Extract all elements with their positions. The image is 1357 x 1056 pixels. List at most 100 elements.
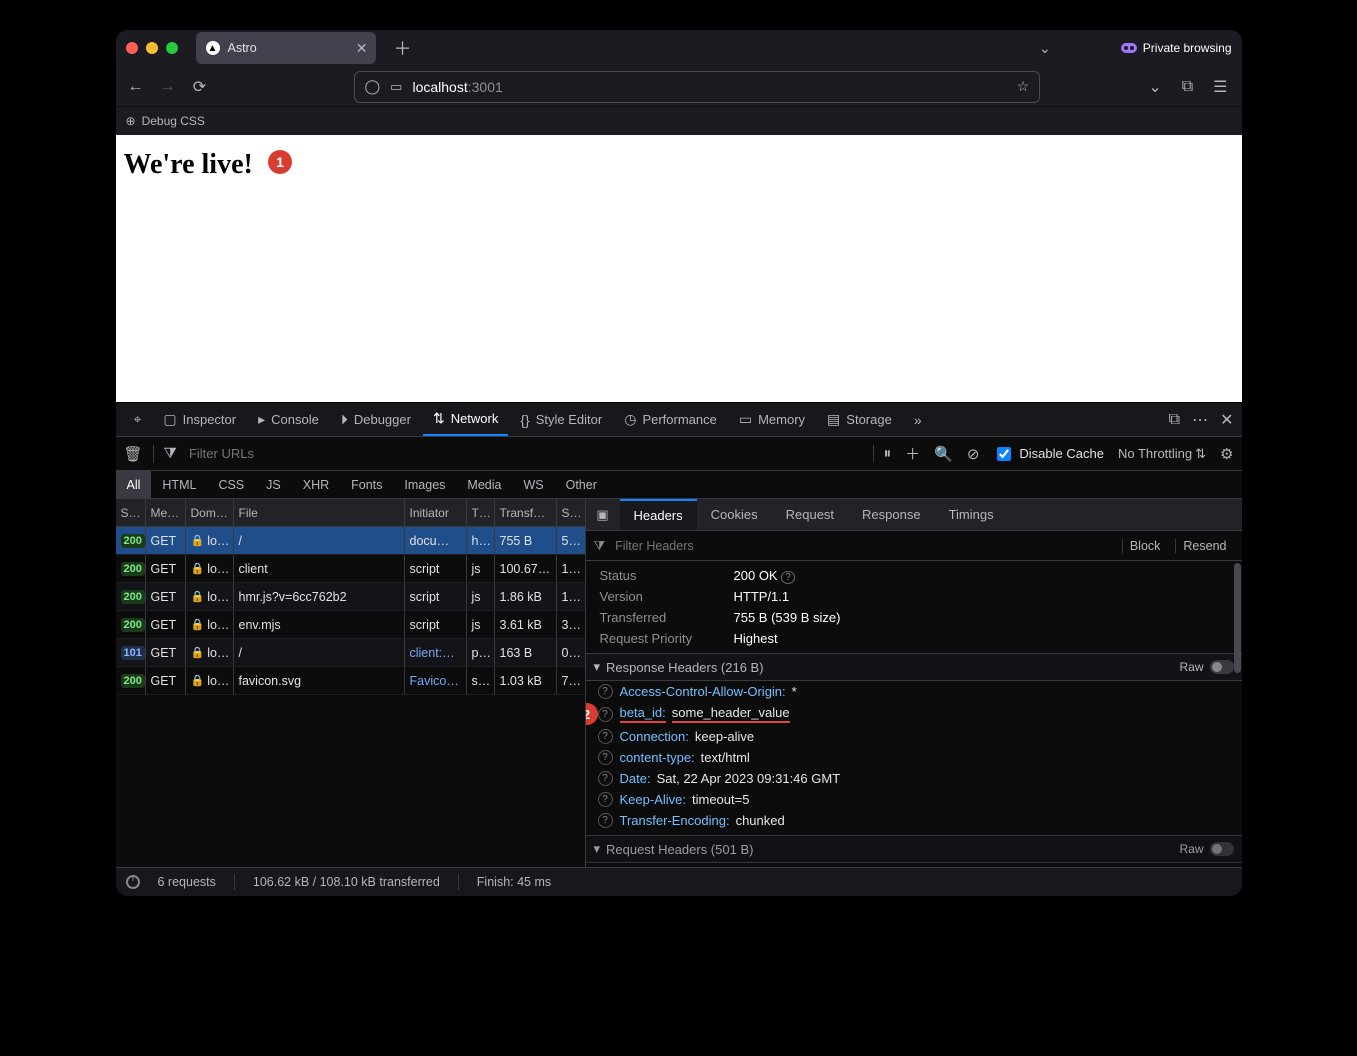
annotation-badge-2: 2	[586, 703, 598, 725]
table-row[interactable]: 200GET🔒lo…env.mjsscriptjs3.61 kB3…	[116, 611, 585, 639]
bookmark-debug-css[interactable]: Debug CSS	[142, 114, 205, 128]
responsive-mode-icon[interactable]: ⧉	[1169, 411, 1180, 429]
tab-debugger[interactable]: ⏵Debugger	[331, 403, 421, 436]
table-row[interactable]: 200GET🔒lo…/docu…h…755 B5…	[116, 527, 585, 555]
page-viewport: We're live! 1	[116, 135, 1242, 402]
clear-icon[interactable]: 🗑	[124, 445, 143, 463]
pocket-icon[interactable]: ⌄	[1144, 77, 1165, 97]
col-transferred[interactable]: Transf…	[495, 499, 557, 526]
annotation-badge-1: 1	[268, 150, 292, 174]
stopwatch-icon[interactable]	[126, 875, 140, 889]
new-tab-button[interactable]: ＋	[386, 31, 420, 65]
filter-icon[interactable]: ⧩	[164, 445, 177, 462]
request-headers-section[interactable]: ▾ Request Headers (501 B) Raw	[586, 835, 1242, 863]
table-row[interactable]: 200GET🔒lo…favicon.svgFavico…s…1.03 kB7…	[116, 667, 585, 695]
help-icon[interactable]: ?	[598, 813, 613, 828]
window-controls	[126, 42, 178, 54]
tab-storage[interactable]: ▤Storage	[817, 403, 902, 436]
tabs-overflow-icon[interactable]: ⌄	[1039, 40, 1051, 57]
raw-toggle[interactable]	[1210, 660, 1234, 674]
maximize-window[interactable]	[166, 42, 178, 54]
block-icon[interactable]: ⊘	[967, 445, 980, 463]
filter-urls-input[interactable]	[187, 445, 863, 462]
tab-style-editor[interactable]: {}Style Editor	[510, 403, 612, 436]
response-header-row: ?Keep-Alive: timeout=5	[586, 789, 1242, 810]
toggle-raw-icon[interactable]: ▣	[586, 507, 620, 523]
bookmark-star-icon[interactable]: ☆	[1017, 78, 1030, 95]
status-requests: 6 requests	[158, 875, 216, 889]
pick-element-icon[interactable]: ⌖	[124, 403, 152, 436]
help-icon[interactable]: ?	[598, 792, 613, 807]
detail-tab-cookies[interactable]: Cookies	[697, 499, 772, 530]
type-filter-css[interactable]: CSS	[207, 471, 255, 498]
tab-performance[interactable]: ◷Performance	[614, 403, 727, 436]
help-icon[interactable]: ?	[598, 729, 613, 744]
search-icon[interactable]: 🔍	[934, 445, 953, 463]
raw-toggle[interactable]	[1210, 842, 1234, 856]
shield-icon[interactable]: ◯	[365, 78, 381, 95]
devtools-menu-icon[interactable]: ⋯	[1192, 410, 1208, 430]
type-filter-html[interactable]: HTML	[151, 471, 207, 498]
app-menu-icon[interactable]: ☰	[1209, 77, 1231, 97]
response-headers-section[interactable]: ▾ Response Headers (216 B) Raw	[586, 653, 1242, 681]
tab-network[interactable]: ⇅Network	[423, 403, 508, 436]
table-row[interactable]: 200GET🔒lo…clientscriptjs100.67…1…	[116, 555, 585, 583]
scrollbar[interactable]	[1234, 563, 1241, 673]
tab-console[interactable]: ▸Console	[248, 403, 329, 436]
table-header: S… Me… Dom… File Initiator T… Transf… S…	[116, 499, 585, 527]
col-initiator[interactable]: Initiator	[405, 499, 467, 526]
table-row[interactable]: 101GET🔒lo…/client:…p…163 B0…	[116, 639, 585, 667]
pause-icon[interactable]: ⏸	[873, 445, 892, 462]
help-icon[interactable]: ?	[598, 750, 613, 765]
type-filter-ws[interactable]: WS	[512, 471, 554, 498]
disable-cache-checkbox[interactable]: Disable Cache	[993, 444, 1104, 464]
help-icon[interactable]: ?	[598, 771, 613, 786]
help-icon[interactable]: ?	[598, 684, 613, 699]
gear-icon[interactable]: ⚙	[1220, 445, 1233, 463]
response-header-row: 2?beta_id: some_header_value	[586, 702, 1242, 726]
type-filter-all[interactable]: All	[116, 471, 152, 498]
forward-button[interactable]: →	[158, 78, 178, 96]
col-file[interactable]: File	[234, 499, 405, 526]
col-type[interactable]: T…	[467, 499, 495, 526]
resend-button[interactable]: Resend	[1175, 539, 1233, 553]
type-filter-js[interactable]: JS	[255, 471, 292, 498]
type-filter-media[interactable]: Media	[456, 471, 512, 498]
close-devtools-icon[interactable]: ✕	[1220, 410, 1233, 430]
detail-tab-timings[interactable]: Timings	[935, 499, 1008, 530]
type-filter-xhr[interactable]: XHR	[292, 471, 340, 498]
reload-button[interactable]: ⟳	[190, 77, 210, 97]
throttling-select[interactable]: No Throttling⇅	[1118, 446, 1206, 462]
page-info-icon[interactable]: ▭	[390, 79, 402, 95]
detail-tab-response[interactable]: Response	[848, 499, 935, 530]
minimize-window[interactable]	[146, 42, 158, 54]
col-method[interactable]: Me…	[146, 499, 186, 526]
url-host: localhost	[412, 79, 467, 95]
headers-filter-bar: ⧩ Block Resend	[586, 531, 1242, 561]
block-button[interactable]: Block	[1122, 539, 1168, 553]
detail-tab-request[interactable]: Request	[772, 499, 848, 530]
chevron-down-icon: ▾	[594, 841, 601, 857]
close-tab-icon[interactable]: ✕	[356, 41, 368, 55]
tabs-overflow-icon[interactable]: »	[904, 403, 932, 436]
col-size[interactable]: S…	[557, 499, 585, 526]
filter-headers-input[interactable]	[613, 538, 1114, 554]
url-bar[interactable]: ◯ ▭ localhost:3001 ☆	[354, 71, 1041, 103]
type-filter-fonts[interactable]: Fonts	[340, 471, 393, 498]
close-window[interactable]	[126, 42, 138, 54]
detail-tab-headers[interactable]: Headers	[620, 499, 697, 530]
type-filter-images[interactable]: Images	[393, 471, 456, 498]
col-status[interactable]: S…	[116, 499, 146, 526]
tab-memory[interactable]: ▭Memory	[729, 403, 815, 436]
tab-inspector[interactable]: ▢Inspector	[153, 403, 246, 436]
disable-cache-input[interactable]	[997, 447, 1011, 461]
browser-tab[interactable]: ▲ Astro ✕	[196, 32, 376, 64]
table-row[interactable]: 200GET🔒lo…hmr.js?v=6cc762b2scriptjs1.86 …	[116, 583, 585, 611]
filter-icon[interactable]: ⧩	[594, 538, 606, 554]
col-domain[interactable]: Dom…	[186, 499, 234, 526]
back-button[interactable]: ←	[126, 78, 146, 96]
type-filter-other[interactable]: Other	[555, 471, 608, 498]
help-icon[interactable]: ?	[598, 707, 613, 722]
extensions-icon[interactable]: ⧉	[1178, 78, 1197, 96]
add-icon[interactable]: ＋	[905, 443, 920, 464]
